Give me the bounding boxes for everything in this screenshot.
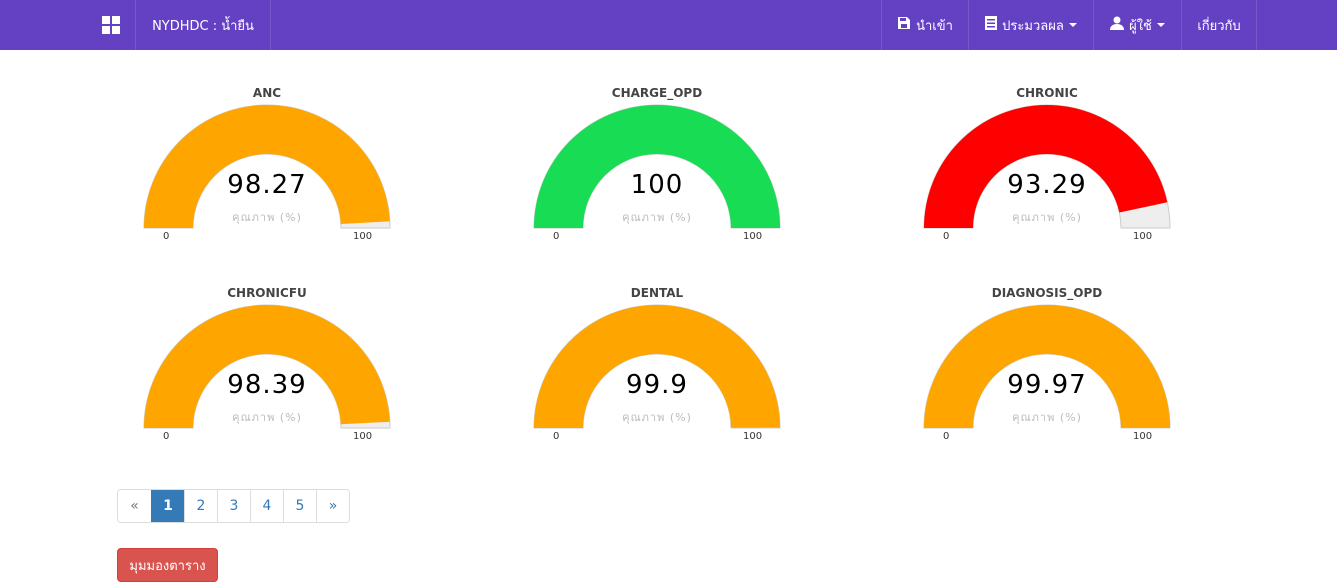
gauge-diagnosis-opd: DIAGNOSIS_OPD 99.97 คุณภาพ (%) 0 100 [897,286,1197,466]
nav-import-label: นำเข้า [916,18,953,34]
nav-user-dropdown[interactable]: ผู้ใช้ [1093,0,1181,50]
nav-process-dropdown[interactable]: ประมวลผล [968,0,1093,50]
gauge-max-label: 100 [1133,231,1153,242]
pagination: « 1 2 3 4 5 » [117,489,350,523]
gauge-min-label: 0 [163,231,170,242]
chevron-down-icon [1156,23,1165,27]
gauge-max-label: 100 [353,231,373,242]
gauge-value: 93.29 [1007,170,1087,200]
gauge-min-label: 0 [943,231,950,242]
gauge-unit: คุณภาพ (%) [622,211,692,224]
top-navbar: NYDHDC : น้ำยืน นำเข้า ประมวลผล ผู้ใช้ เ… [0,0,1337,50]
gauge-dental: DENTAL 99.9 คุณภาพ (%) 0 100 [507,286,807,466]
gauge-charge-opd: CHARGE_OPD 100 คุณภาพ (%) 0 100 [507,86,807,266]
gauge-chronicfu: CHRONICFU 98.39 คุณภาพ (%) 0 100 [117,286,417,466]
nav-user-label: ผู้ใช้ [1129,18,1152,34]
gauge-min-label: 0 [553,231,560,242]
pagination-prev[interactable]: « [118,490,151,522]
gauge-unit: คุณภาพ (%) [622,411,692,424]
pagination-page-5[interactable]: 5 [283,490,316,522]
nav-about[interactable]: เกี่ยวกับ [1181,0,1257,50]
pagination-page-3[interactable]: 3 [217,490,250,522]
import-icon [897,16,911,34]
nav-about-label: เกี่ยวกับ [1197,18,1241,34]
grid-icon [101,16,120,34]
list-icon [985,16,998,34]
nav-process-label: ประมวลผล [1002,18,1064,34]
app-title: NYDHDC : น้ำยืน [152,18,254,34]
gauge-chronic: CHRONIC 93.29 คุณภาพ (%) 0 100 [897,86,1197,266]
chevron-down-icon [1068,23,1077,27]
pagination-page-1[interactable]: 1 [151,490,184,522]
gauge-unit: คุณภาพ (%) [1012,411,1082,424]
dashboard-menu-button[interactable] [86,0,135,50]
nav-import[interactable]: นำเข้า [881,0,968,50]
gauge-min-label: 0 [943,431,950,442]
gauge-unit: คุณภาพ (%) [232,211,302,224]
gauge-anc: ANC 98.27 คุณภาพ (%) 0 100 [117,86,417,266]
pagination-next[interactable]: » [316,490,349,522]
gauge-max-label: 100 [353,431,373,442]
gauge-max-label: 100 [743,231,763,242]
gauge-unit: คุณภาพ (%) [232,411,302,424]
user-icon [1110,16,1125,34]
pagination-page-4[interactable]: 4 [250,490,283,522]
gauge-unit: คุณภาพ (%) [1012,211,1082,224]
pagination-page-2[interactable]: 2 [184,490,217,522]
gauge-value: 98.27 [227,170,307,200]
gauge-value: 99.9 [626,370,688,400]
gauge-value: 98.39 [227,370,307,400]
gauge-value: 99.97 [1007,370,1087,400]
gauge-max-label: 100 [1133,431,1153,442]
gauge-max-label: 100 [743,431,763,442]
gauge-min-label: 0 [553,431,560,442]
gauge-min-label: 0 [163,431,170,442]
brand-link[interactable]: NYDHDC : น้ำยืน [135,0,271,50]
table-view-button[interactable]: มุมมองตาราง [117,548,218,582]
gauge-value: 100 [630,170,684,200]
